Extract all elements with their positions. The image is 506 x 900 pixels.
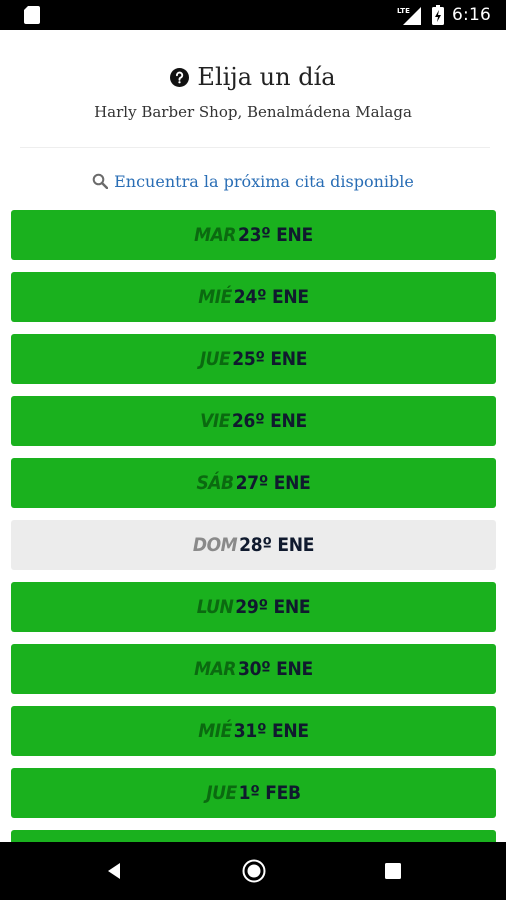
recent-apps-icon[interactable] [385, 863, 401, 879]
page-title: Elija un día [197, 63, 336, 91]
search-icon [92, 173, 109, 189]
day-date: 28º ENE [239, 534, 315, 556]
day-button-partial[interactable] [11, 830, 496, 842]
day-of-week: DOM [192, 534, 238, 556]
day-date: 24º ENE [233, 286, 309, 308]
day-of-week: MIÉ [198, 286, 232, 308]
day-date: 23º ENE [237, 224, 313, 246]
day-button-jue-25[interactable]: JUE 25º ENE [11, 334, 496, 384]
find-next-appointment-label[interactable]: Encuentra la próxima cita disponible [114, 172, 414, 191]
shop-subtitle: Harly Barber Shop, Benalmádena Malaga [94, 103, 412, 121]
lte-signal-icon: LTE [397, 7, 421, 25]
page-header: Elija un día [0, 60, 506, 94]
day-button-jue-1[interactable]: JUE 1º FEB [11, 768, 496, 818]
day-date: 26º ENE [231, 410, 307, 432]
day-list: MAR 23º ENE MIÉ 24º ENE JUE 25º ENE VIE … [11, 210, 496, 842]
day-of-week: JUE [199, 348, 231, 370]
day-date: 25º ENE [232, 348, 308, 370]
day-button-lun-29[interactable]: LUN 29º ENE [11, 582, 496, 632]
day-date: 31º ENE [233, 720, 309, 742]
divider [20, 147, 490, 148]
day-button-dom-28[interactable]: DOM 28º ENE [11, 520, 496, 570]
day-date: 30º ENE [237, 658, 313, 680]
day-button-vie-26[interactable]: VIE 26º ENE [11, 396, 496, 446]
day-of-week: MAR [194, 224, 236, 246]
day-button-sab-27[interactable]: SÁB 27º ENE [11, 458, 496, 508]
battery-charging-icon [432, 5, 444, 25]
day-button-mie-24[interactable]: MIÉ 24º ENE [11, 272, 496, 322]
day-date: 1º FEB [238, 782, 301, 804]
day-button-mar-30[interactable]: MAR 30º ENE [11, 644, 496, 694]
status-bar: LTE 6:16 [0, 0, 506, 30]
system-nav-bar [0, 842, 506, 900]
day-date: 29º ENE [235, 596, 311, 618]
app-content: Elija un día Harly Barber Shop, Benalmád… [0, 30, 506, 842]
day-of-week: VIE [200, 410, 230, 432]
day-of-week: MIÉ [198, 720, 232, 742]
day-of-week: JUE [206, 782, 237, 804]
sd-card-icon [24, 6, 40, 24]
find-next-appointment-link[interactable]: Encuentra la próxima cita disponible [0, 169, 506, 193]
home-icon[interactable] [242, 859, 266, 883]
day-of-week: LUN [196, 596, 234, 618]
day-of-week: SÁB [196, 472, 234, 494]
status-time: 6:16 [452, 5, 491, 25]
day-of-week: MAR [194, 658, 236, 680]
day-button-mie-31[interactable]: MIÉ 31º ENE [11, 706, 496, 756]
day-button-mar-23[interactable]: MAR 23º ENE [11, 210, 496, 260]
svg-text:LTE: LTE [397, 7, 410, 15]
back-icon[interactable] [104, 861, 124, 881]
day-date: 27º ENE [235, 472, 311, 494]
question-circle-icon[interactable] [170, 67, 190, 87]
